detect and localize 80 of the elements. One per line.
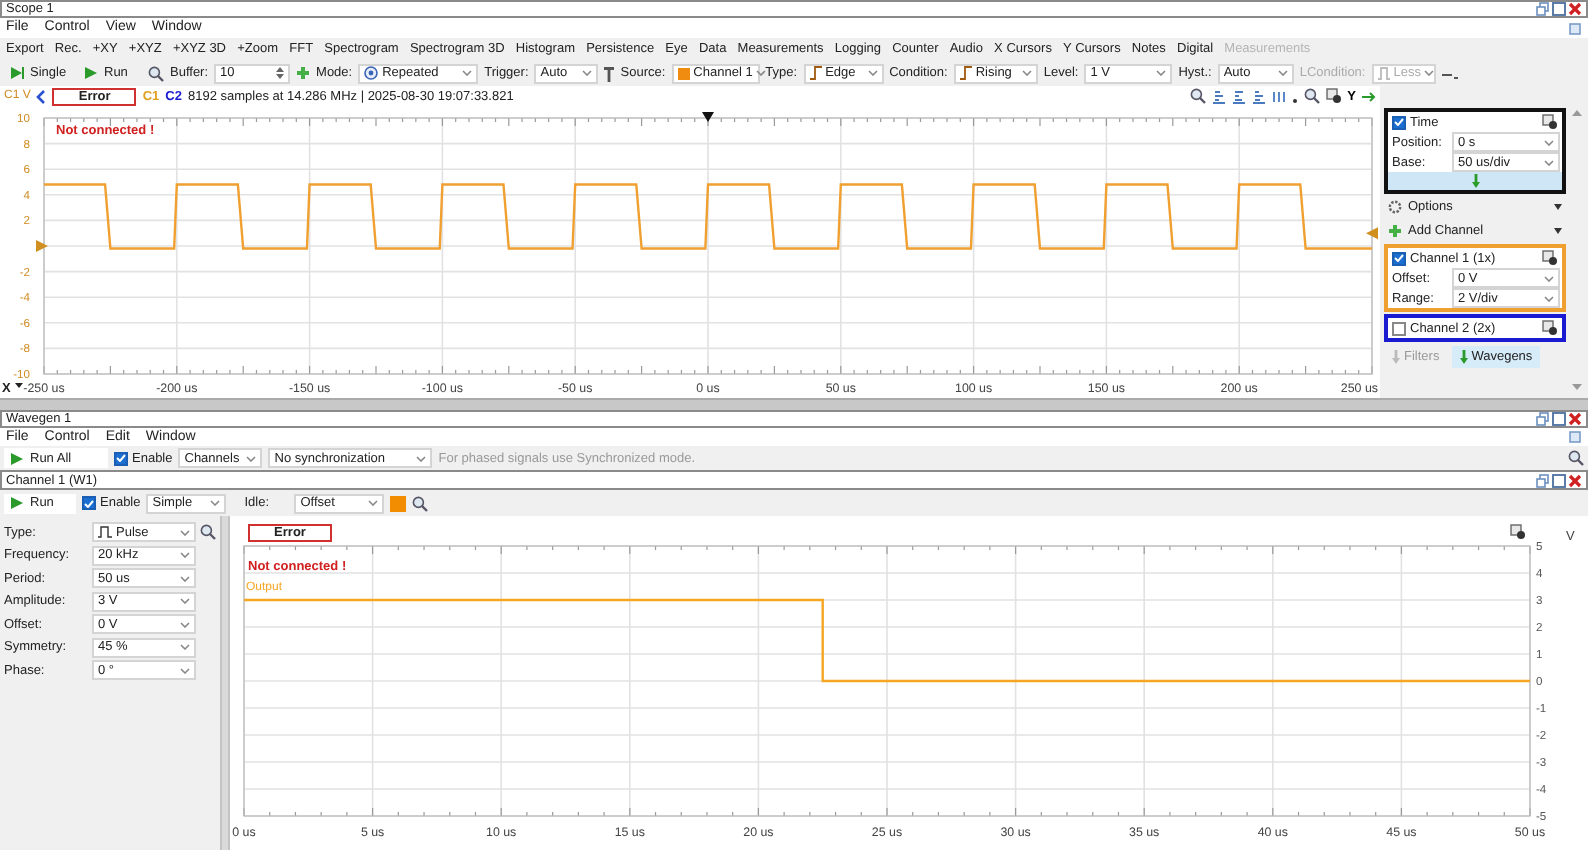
chevron-icon xyxy=(210,500,221,506)
scroll-down-icon[interactable] xyxy=(1572,384,1582,390)
chevron-icon xyxy=(180,667,190,673)
zoom-icon xyxy=(1189,88,1206,104)
chevron-icon xyxy=(462,70,473,76)
close-button[interactable] xyxy=(1568,473,1582,487)
arrow-down-icon xyxy=(1459,350,1468,364)
grid-icon[interactable] xyxy=(1271,89,1286,103)
arrow-down-icon xyxy=(1392,350,1400,364)
pulse-icon xyxy=(98,526,112,538)
scroll-up-icon[interactable] xyxy=(1572,110,1582,116)
zoom-icon xyxy=(1303,88,1320,104)
swatch-icon xyxy=(677,67,690,79)
color-swatch[interactable] xyxy=(390,495,407,511)
magnifier-icon xyxy=(1568,450,1584,466)
magnifier-icon xyxy=(412,495,429,511)
caret-icon xyxy=(1554,204,1562,210)
settings-icon[interactable] xyxy=(1542,250,1558,266)
chevron-icon xyxy=(180,552,190,558)
magnifier-icon xyxy=(148,65,164,81)
align-icon[interactable] xyxy=(1231,89,1246,103)
play-icon xyxy=(84,66,98,80)
chevron-icon xyxy=(180,621,190,627)
chevron-icon xyxy=(1021,70,1032,76)
chevron-icon xyxy=(1544,295,1554,301)
restore-button[interactable] xyxy=(1536,2,1550,16)
zoom-icon xyxy=(200,524,216,540)
chevron-icon xyxy=(180,644,190,650)
chevron-icon xyxy=(582,70,593,76)
checkmark-icon xyxy=(84,499,94,507)
gear-icon xyxy=(1388,200,1402,214)
close-button[interactable] xyxy=(1568,412,1582,426)
chevron-icon xyxy=(246,455,257,461)
caret-icon xyxy=(1554,228,1562,234)
chevron-icon xyxy=(756,70,767,76)
play-icon xyxy=(10,496,24,510)
chevron-icon xyxy=(1156,70,1167,76)
pin-icon xyxy=(604,65,615,81)
chevron-icon xyxy=(1424,70,1435,76)
checkmark-icon xyxy=(1394,118,1404,126)
settings-icon[interactable] xyxy=(1325,88,1342,104)
circle-icon xyxy=(364,66,379,80)
offset-marker-icon[interactable] xyxy=(36,240,48,252)
chevron-icon xyxy=(180,598,190,604)
close-button[interactable] xyxy=(1568,2,1582,16)
maximize-button[interactable] xyxy=(1552,412,1566,426)
chevron-icon xyxy=(368,500,379,506)
checkmark-icon xyxy=(116,454,126,462)
trigger-position-icon[interactable] xyxy=(702,112,714,122)
checkmark-icon xyxy=(1394,254,1404,262)
chevron-icon xyxy=(180,529,190,535)
restore-button[interactable] xyxy=(1536,473,1550,487)
arrow-right-icon[interactable] xyxy=(1362,91,1376,101)
maximize-button[interactable] xyxy=(1552,2,1566,16)
plus-icon xyxy=(296,66,311,80)
chevron-icon xyxy=(1544,159,1554,165)
chevron-icon xyxy=(416,455,427,461)
edge-icon xyxy=(809,66,822,80)
arrow-down-icon xyxy=(1471,174,1479,188)
pulse-width-icon xyxy=(1377,66,1390,80)
plus-icon xyxy=(1388,224,1402,238)
chevron-icon xyxy=(1277,70,1288,76)
arrow-left-icon[interactable] xyxy=(36,89,47,103)
align-icon[interactable] xyxy=(1251,89,1266,103)
align-icon[interactable] xyxy=(1211,89,1226,103)
chevron-icon xyxy=(1544,275,1554,281)
restore-icon[interactable] xyxy=(1568,430,1582,444)
rising-edge-icon xyxy=(959,66,972,80)
chevron-icon xyxy=(867,70,878,76)
chevron-icon xyxy=(180,575,190,581)
restore-icon[interactable] xyxy=(1568,21,1582,35)
play-icon xyxy=(10,451,24,465)
step-icon xyxy=(10,66,24,80)
settings-icon[interactable] xyxy=(1510,524,1525,539)
spin-arrows-icon xyxy=(276,66,285,80)
restore-button[interactable] xyxy=(1536,412,1550,426)
chevron-icon xyxy=(1544,139,1554,145)
settings-icon[interactable] xyxy=(1542,114,1558,130)
settings-icon[interactable] xyxy=(1542,320,1558,336)
maximize-button[interactable] xyxy=(1552,473,1566,487)
